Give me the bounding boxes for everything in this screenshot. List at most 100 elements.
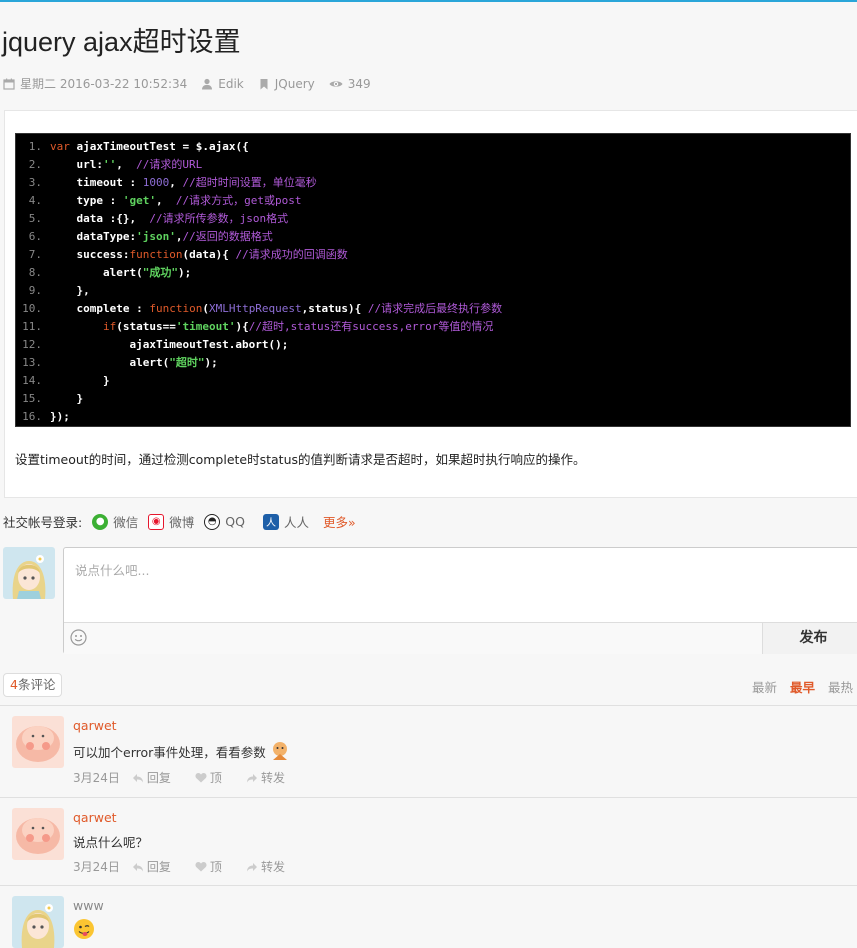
commenter-name[interactable]: qarwet: [73, 718, 117, 733]
code-text: });: [50, 408, 70, 426]
code-token: timeout :: [50, 176, 143, 189]
code-line: 2. url:'', //请求的URL: [16, 156, 850, 174]
comment-item: qarwet 可以加个error事件处理，看看参数 3月24日 回复 顶 转发: [0, 706, 857, 797]
reply-icon: [132, 773, 143, 782]
wechat-icon: ●: [92, 513, 109, 530]
code-token: '': [102, 158, 117, 171]
line-number: 14.: [22, 374, 42, 387]
line-number: 5.: [28, 212, 42, 225]
code-line: 7. success:function(data){ //请求成功的回调函数: [16, 246, 850, 264]
reply-button[interactable]: 回复: [132, 769, 183, 786]
code-token: success:: [50, 248, 130, 261]
article-description: 设置timeout的时间，通过检测complete时status的值判断请求是否…: [15, 452, 586, 467]
share-button[interactable]: 转发: [246, 858, 297, 875]
comment-actions: 3月24日 回复 顶 转发: [73, 769, 309, 786]
code-token: ajaxTimeoutTest.abort();: [50, 338, 289, 351]
code-text: var ajaxTimeoutTest = $.ajax({: [50, 138, 249, 156]
reply-button[interactable]: 回复: [132, 858, 183, 875]
comment-count-badge: 4条评论: [3, 673, 63, 697]
comment-item: www: [0, 886, 857, 948]
code-line: 8. alert("成功");: [16, 264, 850, 282]
code-token: ,status){: [301, 302, 368, 315]
code-text: alert("超时");: [50, 354, 217, 372]
eye-icon: [329, 80, 343, 87]
comment-text: [73, 918, 95, 940]
forward-arrow-icon: [246, 773, 257, 782]
code-token: (: [202, 302, 209, 315]
code-token: type :: [50, 194, 123, 207]
code-token: //请求的URL: [136, 158, 203, 171]
code-token: alert(: [50, 356, 170, 369]
like-button[interactable]: 顶: [195, 769, 234, 786]
line-number: 7.: [28, 248, 42, 261]
line-number: 2.: [28, 158, 42, 171]
code-token: complete :: [50, 302, 150, 315]
meta-author[interactable]: Edik: [201, 77, 244, 91]
code-token: },: [50, 284, 90, 297]
commenter-name[interactable]: www: [73, 898, 104, 913]
line-number: 3.: [28, 176, 42, 189]
comment-input[interactable]: 说点什么吧...: [75, 560, 149, 579]
comment-actions: 3月24日 回复 顶 转发: [73, 858, 309, 875]
code-line: 12. ajaxTimeoutTest.abort();: [16, 336, 850, 354]
code-token: });: [50, 410, 70, 423]
login-renren[interactable]: 人 人人: [262, 512, 309, 531]
article-meta: 星期二 2016-03-22 10:52:34 Edik JQuery 349: [3, 75, 385, 92]
comment-text: 可以加个error事件处理，看看参数: [73, 740, 291, 762]
code-line: 6. dataType:'json',//返回的数据格式: [16, 228, 850, 246]
sort-hottest[interactable]: 最热: [828, 677, 853, 696]
comment-item: qarwet 说点什么呢？ 3月24日 回复 顶 转发: [0, 798, 857, 885]
comment-box: 说点什么吧... 发布: [63, 547, 857, 654]
emoji-smile-icon[interactable]: [70, 629, 87, 646]
code-token: 'json': [136, 230, 176, 243]
code-line: 3. timeout : 1000, //超时时间设置，单位毫秒: [16, 174, 850, 192]
login-wechat[interactable]: ● 微信: [92, 512, 138, 531]
code-token: //请求完成后最终执行参数: [367, 302, 503, 315]
code-line: 5. data :{}, //请求所传参数，json格式: [16, 210, 850, 228]
qq-penguin-icon: ◓: [204, 513, 221, 530]
code-text: type : 'get', //请求方式，get或post: [50, 192, 301, 210]
code-token: //请求方式，get或post: [175, 194, 302, 207]
pig-avatar-icon: [12, 716, 64, 768]
share-button[interactable]: 转发: [246, 769, 297, 786]
code-token: ){: [235, 320, 249, 333]
comment-date: 3月24日: [73, 771, 120, 785]
sort-oldest[interactable]: 最早: [790, 677, 815, 696]
code-token: (status==: [116, 320, 176, 333]
comment-date: 3月24日: [73, 860, 120, 874]
code-token: data :{},: [50, 212, 150, 225]
commenter-name[interactable]: qarwet: [73, 810, 117, 825]
like-button[interactable]: 顶: [195, 858, 234, 875]
user-icon: [202, 78, 213, 89]
line-number: 11.: [22, 320, 42, 333]
more-login-link[interactable]: 更多»: [323, 512, 356, 531]
publish-button[interactable]: 发布: [762, 623, 857, 654]
code-token: XMLHttpRequest: [208, 302, 302, 315]
meta-category[interactable]: JQuery: [258, 77, 315, 91]
login-qq[interactable]: ◓ QQ: [204, 513, 245, 530]
code-line: 15. }: [16, 390, 850, 408]
code-text: }: [50, 390, 83, 408]
code-token: function: [129, 248, 183, 261]
code-token: ,: [116, 158, 137, 171]
commenter-avatar: [12, 896, 64, 948]
code-text: url:'', //请求的URL: [50, 156, 202, 174]
code-token: 1000: [142, 176, 170, 189]
code-line: 10. complete : function(XMLHttpRequest,s…: [16, 300, 850, 318]
social-login-bar: 社交帐号登录: ● 微信 ◉ 微博 ◓ QQ 人 人人 更多»: [3, 512, 356, 531]
reply-icon: [132, 862, 143, 871]
login-weibo[interactable]: ◉ 微博: [148, 512, 194, 531]
code-token: alert(: [50, 266, 143, 279]
code-text: timeout : 1000, //超时时间设置，单位毫秒: [50, 174, 316, 192]
article-title: jquery ajax超时设置: [2, 27, 241, 57]
girl-avatar-icon: [12, 896, 64, 948]
code-token: 'get': [122, 194, 156, 207]
commenter-avatar: [12, 808, 64, 860]
code-token: 'timeout': [175, 320, 236, 333]
line-number: 6.: [28, 230, 42, 243]
sort-newest[interactable]: 最新: [752, 677, 777, 696]
code-text: },: [50, 282, 90, 300]
bookmark-icon: [260, 78, 268, 89]
code-token: url:: [50, 158, 103, 171]
code-text: success:function(data){ //请求成功的回调函数: [50, 246, 347, 264]
